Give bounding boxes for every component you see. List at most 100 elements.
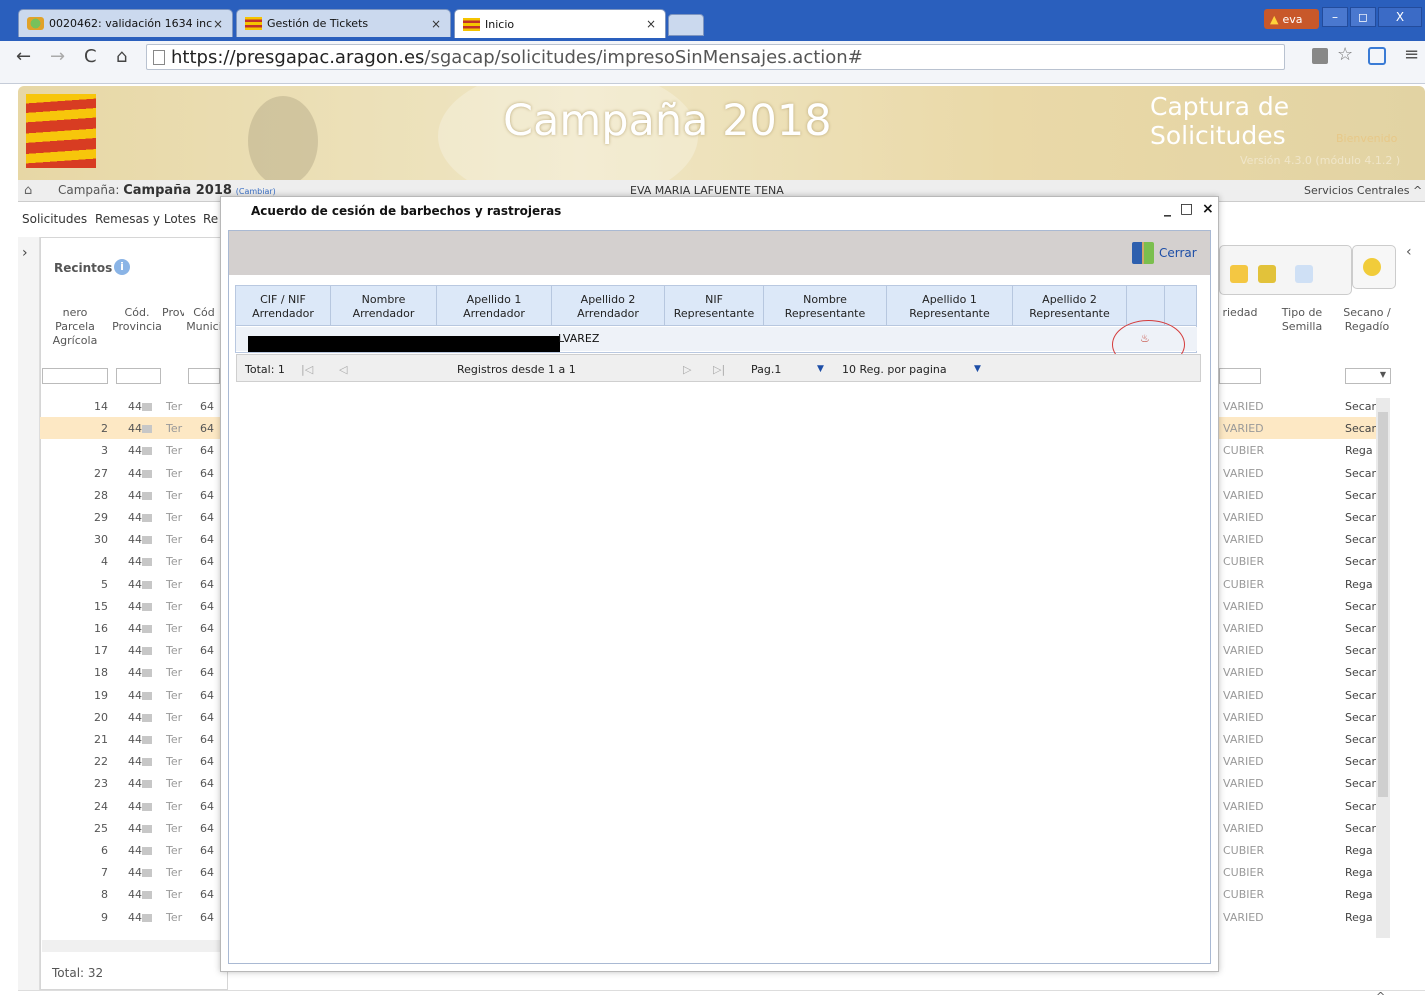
filter-input[interactable] — [1219, 368, 1261, 384]
row-checkbox[interactable] — [142, 647, 152, 656]
row-checkbox[interactable] — [142, 469, 152, 478]
row-checkbox[interactable] — [142, 514, 152, 522]
row-checkbox[interactable] — [142, 625, 152, 633]
tool-icon[interactable] — [1230, 265, 1248, 283]
export-icon[interactable] — [1295, 265, 1313, 283]
grid-icon[interactable] — [1258, 265, 1276, 283]
home-icon[interactable]: ⌂ — [116, 46, 127, 67]
row-checkbox[interactable] — [142, 713, 152, 722]
table-row[interactable]: CUBIER Rega — [1219, 573, 1384, 595]
table-row[interactable]: CUBIER Rega — [1219, 839, 1384, 861]
table-row[interactable]: 9 44 Ter 64 — [40, 906, 228, 928]
table-row[interactable]: 4 44 Ter 64 — [40, 550, 228, 572]
scrollbar-thumb[interactable] — [1378, 412, 1388, 797]
table-row[interactable]: VARIED Secar — [1219, 817, 1384, 839]
table-row[interactable]: VARIED Secar — [1219, 750, 1384, 772]
column-header[interactable]: Apellido 2 Representante — [1013, 286, 1127, 326]
table-row[interactable]: 7 44 Ter 64 — [40, 861, 228, 883]
table-row[interactable]: 25 44 Ter 64 — [40, 817, 228, 839]
row-checkbox[interactable] — [142, 758, 152, 767]
row-checkbox[interactable] — [142, 669, 152, 678]
row-checkbox[interactable] — [142, 580, 152, 589]
cerrar-button[interactable]: Cerrar — [1132, 241, 1197, 265]
browser-tab-ticket[interactable]: 0020462: validación 1634 inc × — [18, 9, 233, 37]
home-icon[interactable]: ⌂ — [24, 183, 40, 198]
menu-icon[interactable]: ≡ — [1404, 44, 1419, 65]
info-icon[interactable]: i — [114, 259, 130, 275]
table-row[interactable]: VARIED Secar — [1219, 795, 1384, 817]
table-row[interactable]: VARIED Secar — [1219, 706, 1384, 728]
table-row[interactable]: CUBIER Rega — [1219, 439, 1384, 461]
filter-input[interactable] — [116, 368, 161, 384]
extension-icon[interactable] — [1368, 47, 1386, 65]
table-row[interactable]: 8 44 Ter 64 — [40, 883, 228, 905]
column-header[interactable]: Secano / Regadío — [1340, 306, 1394, 334]
column-header[interactable]: Tipo de Semilla — [1275, 306, 1329, 334]
table-row[interactable]: VARIED Secar — [1219, 462, 1384, 484]
table-row[interactable]: 23 44 Ter 64 — [40, 772, 228, 794]
column-header[interactable]: Nombre Arrendador — [331, 286, 437, 326]
table-row[interactable]: 28 44 Ter 64 — [40, 484, 228, 506]
table-row[interactable]: 6 44 Ter 64 — [40, 839, 228, 861]
next-page-icon[interactable]: ▷ — [683, 363, 691, 376]
table-row[interactable]: VARIED Secar — [1219, 528, 1384, 550]
row-checkbox[interactable] — [142, 736, 152, 744]
menu-item-solicitudes[interactable]: Solicitudes — [22, 212, 87, 226]
column-header[interactable]: Prov — [162, 306, 184, 320]
table-row[interactable]: VARIED Rega — [1219, 906, 1384, 928]
translate-icon[interactable] — [1312, 48, 1328, 64]
filter-select[interactable]: ▼ — [1345, 368, 1391, 384]
table-row[interactable]: VARIED Secar — [1219, 395, 1384, 417]
table-row[interactable]: 15 44 Ter 64 — [40, 595, 228, 617]
table-row[interactable]: VARIED Secar — [1219, 661, 1384, 683]
browser-tab-gestion[interactable]: Gestión de Tickets × — [236, 9, 451, 37]
back-icon[interactable]: ← — [16, 46, 31, 67]
row-checkbox[interactable] — [142, 913, 152, 922]
table-row[interactable]: VARIED Secar — [1219, 595, 1384, 617]
table-row[interactable]: 2 44 Ter 64 — [40, 417, 228, 440]
forward-icon[interactable]: → — [50, 46, 65, 67]
minimize-button[interactable]: – — [1322, 7, 1348, 27]
prev-page-icon[interactable]: ◁ — [339, 363, 347, 376]
table-row[interactable]: VARIED Secar — [1219, 506, 1384, 528]
browser-tab-inicio[interactable]: Inicio × — [454, 9, 666, 38]
table-row[interactable]: 3 44 Ter 64 — [40, 439, 228, 461]
menu-item-remesas[interactable]: Remesas y Lotes — [95, 212, 196, 226]
column-header[interactable]: Cód Munici — [186, 306, 222, 334]
per-page-dropdown-icon[interactable]: ▼ — [974, 364, 981, 374]
close-icon[interactable]: × — [212, 17, 224, 31]
address-bar[interactable]: https://presgapac.aragon.es/sgacap/solic… — [146, 44, 1285, 70]
row-checkbox[interactable] — [142, 491, 152, 500]
row-checkbox[interactable] — [142, 447, 152, 456]
row-checkbox[interactable] — [142, 824, 152, 833]
table-row[interactable]: VARIED Secar — [1219, 417, 1384, 440]
maximize-button[interactable]: ◻ — [1350, 7, 1376, 27]
filter-input[interactable] — [42, 368, 108, 384]
table-row[interactable]: 14 44 Ter 64 — [40, 395, 228, 417]
table-row[interactable]: 17 44 Ter 64 — [40, 639, 228, 661]
column-header[interactable]: Apellido 2 Arrendador — [552, 286, 665, 326]
column-header[interactable]: riedad — [1219, 306, 1261, 320]
table-row[interactable]: VARIED Secar — [1219, 772, 1384, 794]
page-dropdown-icon[interactable]: ▼ — [817, 364, 824, 374]
column-header[interactable]: Apellido 1 Arrendador — [437, 286, 552, 326]
row-checkbox[interactable] — [142, 891, 152, 900]
first-page-icon[interactable]: |◁ — [301, 363, 313, 376]
table-row[interactable]: 19 44 Ter 64 — [40, 684, 228, 706]
table-row[interactable]: VARIED Secar — [1219, 728, 1384, 750]
row-checkbox[interactable] — [142, 780, 152, 789]
table-row[interactable]: 16 44 Ter 64 — [40, 617, 228, 639]
table-row[interactable]: 20 44 Ter 64 — [40, 706, 228, 728]
table-row[interactable]: 18 44 Ter 64 — [40, 661, 228, 683]
profile-badge[interactable]: ▲ eva — [1264, 9, 1319, 29]
table-row[interactable]: 24 44 Ter 64 — [40, 795, 228, 817]
row-checkbox[interactable] — [142, 536, 152, 545]
row-checkbox[interactable] — [142, 403, 152, 411]
row-checkbox[interactable] — [142, 691, 152, 700]
row-checkbox[interactable] — [142, 425, 152, 434]
filter-input[interactable] — [188, 368, 220, 384]
chevron-up-icon[interactable]: ^ — [1376, 990, 1385, 1003]
bookmark-star-icon[interactable]: ☆ — [1337, 44, 1353, 65]
services-menu[interactable]: Servicios Centrales ^ — [1304, 184, 1422, 197]
modal-window-controls[interactable]: _ □ × — [1164, 201, 1216, 217]
